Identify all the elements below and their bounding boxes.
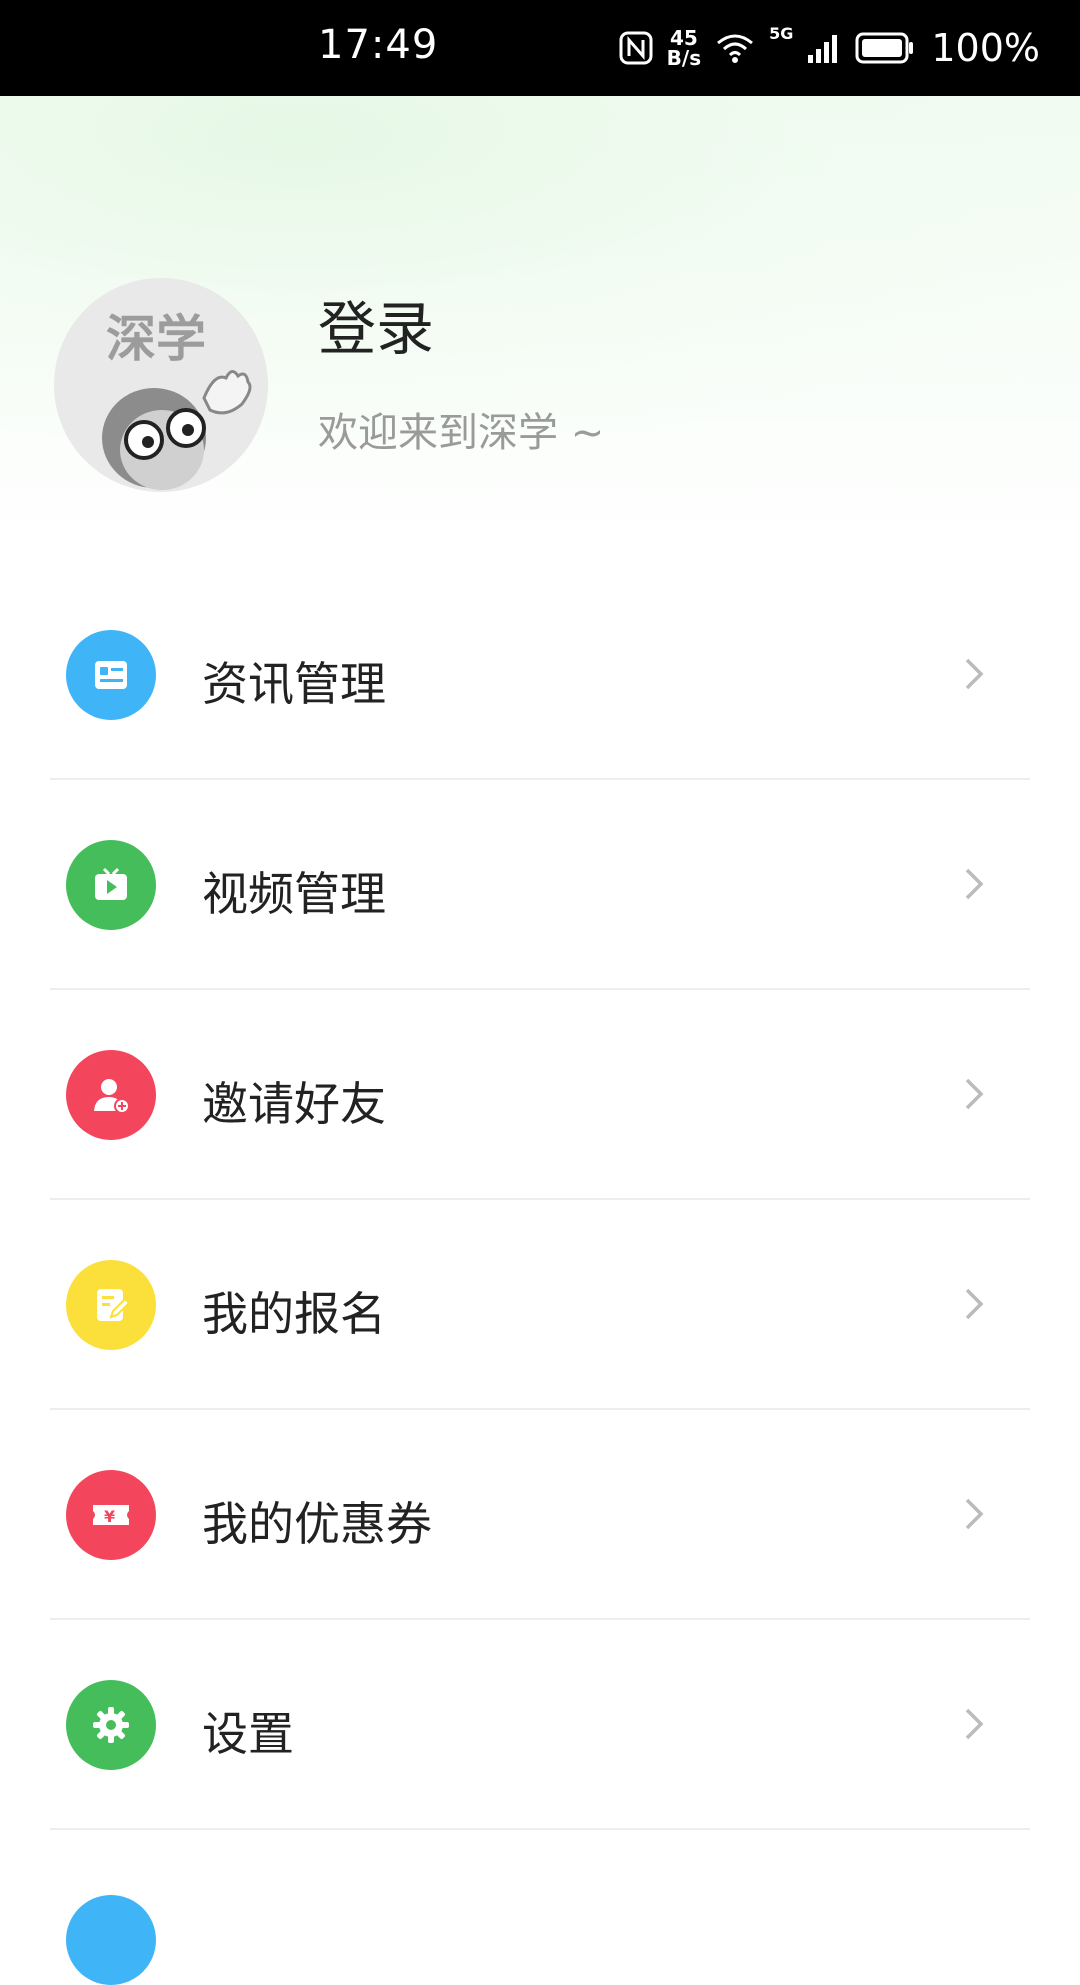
video-icon — [66, 840, 156, 930]
svg-text:深学: 深学 — [106, 310, 206, 368]
menu-item-my-coupons[interactable]: ¥ 我的优惠券 — [50, 1410, 1030, 1620]
menu-item-video-management[interactable]: 视频管理 — [50, 780, 1030, 990]
menu-item-my-signups[interactable]: 我的报名 — [50, 1200, 1030, 1410]
login-button[interactable]: 登录 — [318, 282, 434, 366]
nfc-icon — [619, 31, 653, 65]
invite-friend-icon — [66, 1050, 156, 1140]
menu-item-label: 资讯管理 — [202, 657, 386, 711]
chevron-right-icon — [965, 1498, 984, 1530]
chevron-right-icon — [965, 1078, 984, 1110]
coupon-icon: ¥ — [66, 1470, 156, 1560]
news-icon — [66, 630, 156, 720]
status-icons: 45 B/s 5G 100% — [619, 18, 1040, 78]
battery-icon — [855, 32, 914, 64]
svg-text:¥: ¥ — [104, 1507, 115, 1526]
battery-percent: 100% — [931, 26, 1040, 70]
status-bar: 17:49 45 B/s 5G 100% — [0, 0, 1080, 96]
menu-item-invite-friends[interactable]: 邀请好友 — [50, 990, 1030, 1200]
menu-item-settings[interactable]: 设置 — [50, 1620, 1030, 1830]
menu-item-news-management[interactable]: 资讯管理 — [50, 570, 1030, 780]
menu-item-label: 我的优惠券 — [202, 1497, 432, 1551]
signal-icon — [808, 35, 838, 63]
avatar[interactable]: 深学 — [54, 278, 268, 492]
status-time: 17:49 — [318, 22, 439, 68]
menu-item-partial-icon[interactable] — [66, 1895, 156, 1985]
chevron-right-icon — [965, 1288, 984, 1320]
menu-list: 资讯管理 视频管理 邀请好友 我的报名 ¥ 我的优惠券 设置 — [50, 570, 1030, 1830]
chevron-right-icon — [965, 658, 984, 690]
menu-item-label: 设置 — [202, 1707, 294, 1761]
chevron-right-icon — [965, 1708, 984, 1740]
welcome-text: 欢迎来到深学 ~ — [318, 410, 605, 456]
menu-item-label: 邀请好友 — [202, 1077, 386, 1131]
wifi-icon — [717, 34, 754, 63]
network-type: 5G — [769, 24, 794, 43]
gear-icon — [66, 1680, 156, 1770]
menu-item-label: 视频管理 — [202, 867, 386, 921]
signup-icon — [66, 1260, 156, 1350]
menu-item-label: 我的报名 — [202, 1287, 386, 1341]
chevron-right-icon — [965, 868, 984, 900]
network-speed: 45 B/s — [666, 26, 702, 70]
avatar-illustration: 深学 — [102, 310, 252, 490]
